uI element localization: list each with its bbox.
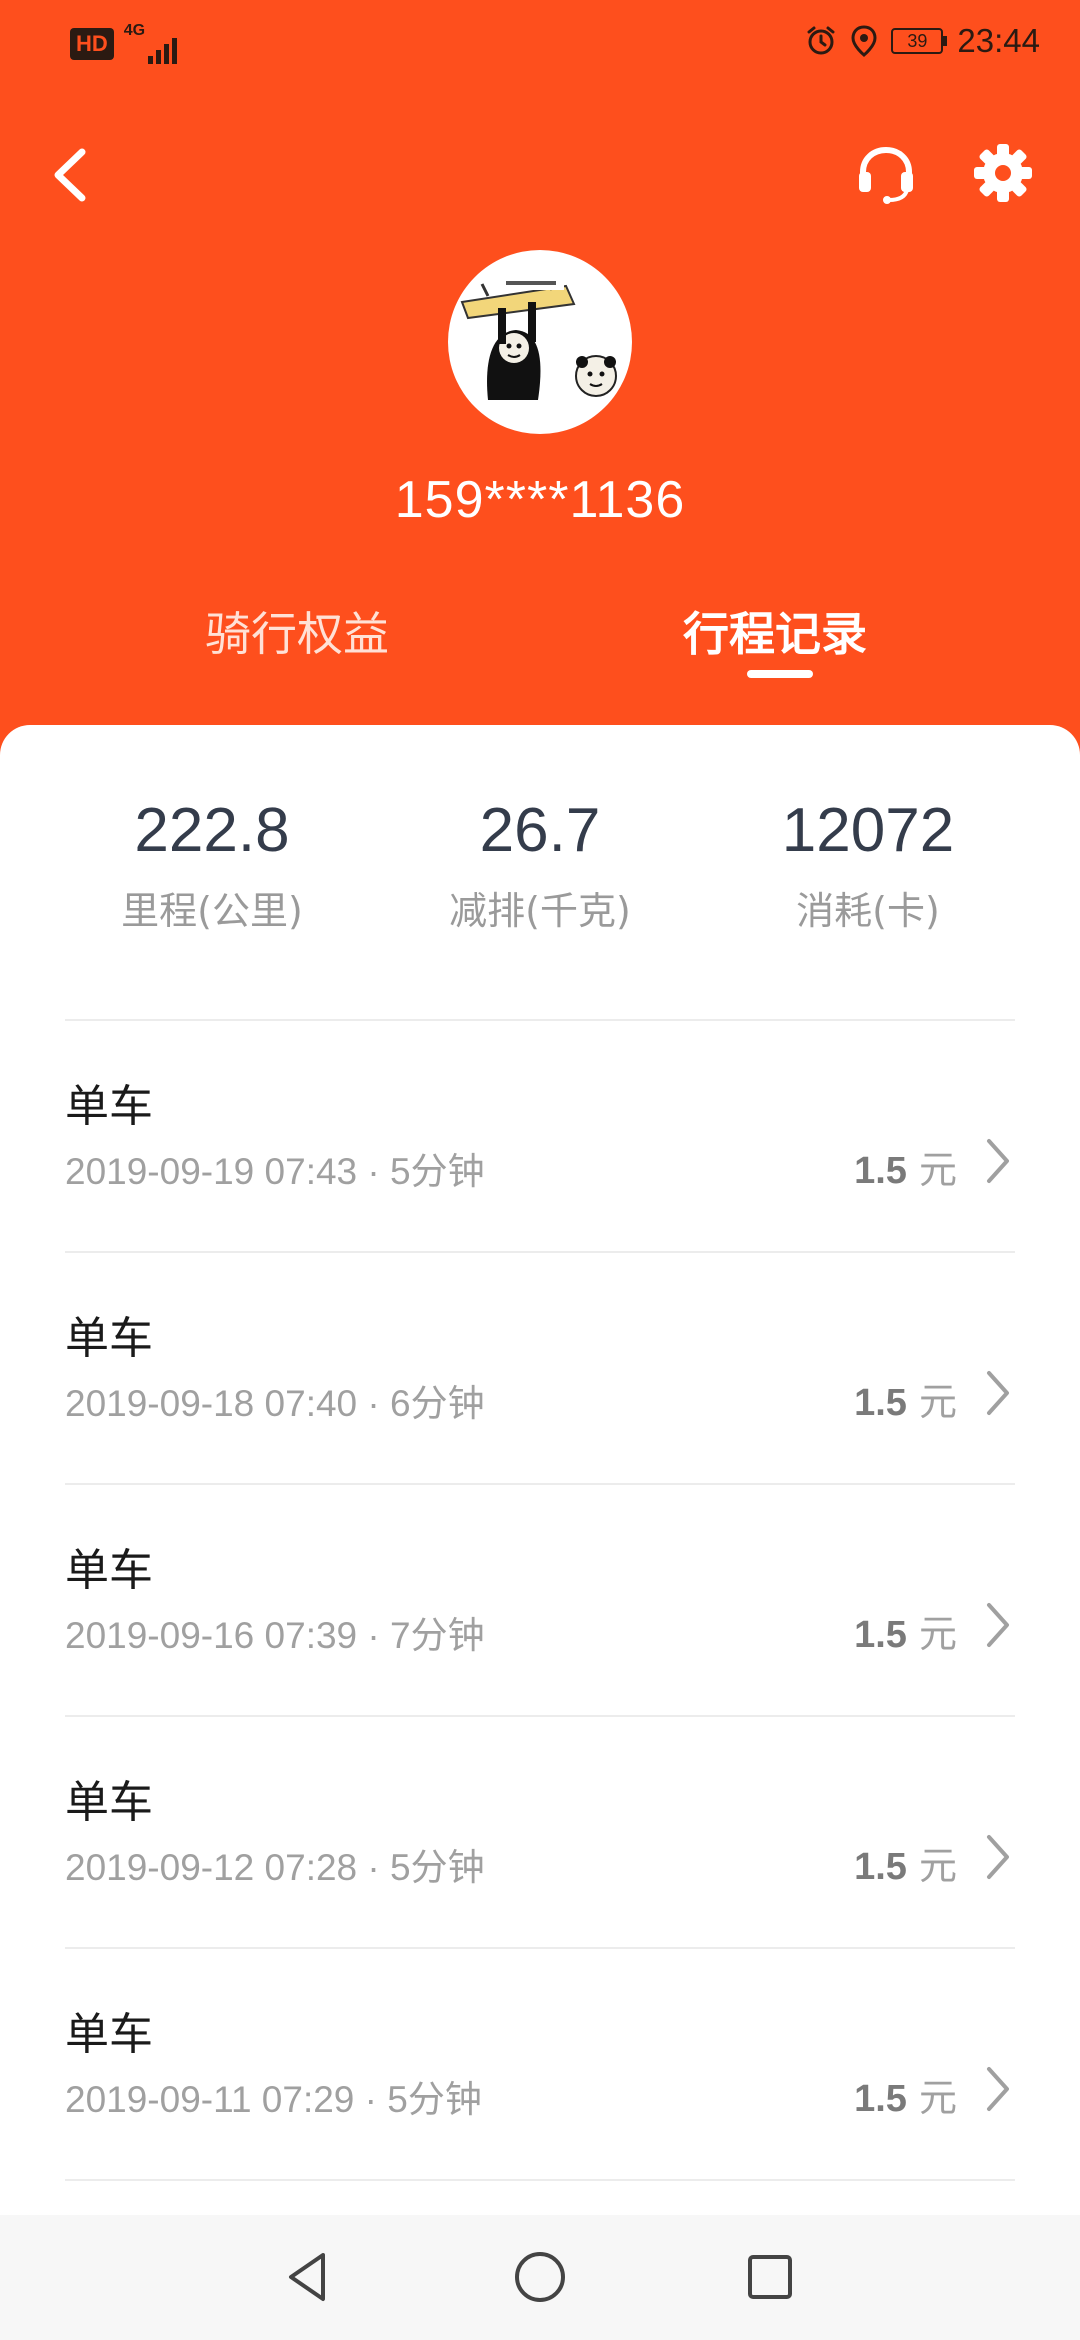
trip-row[interactable]: 单车 2019-09-11 07:29 · 5分钟 1.5 元 xyxy=(65,1949,1015,2179)
user-phone: 159****1136 xyxy=(394,471,686,529)
trip-datetime-duration: 2019-09-11 07:29 · 5分钟 xyxy=(65,2079,482,2120)
tab-riding-benefits[interactable]: 骑行权益 xyxy=(205,598,389,664)
trip-price-unit: 元 xyxy=(906,2076,957,2120)
trip-price: 1.5 元 xyxy=(854,1835,957,1890)
divider xyxy=(65,2179,1015,2181)
chevron-right-icon xyxy=(987,1835,1009,1879)
trip-price: 1.5 元 xyxy=(854,1603,957,1658)
signal-icon: 4G xyxy=(123,22,180,64)
status-bar: HD 4G 39 23:44 xyxy=(0,0,1080,90)
settings-button[interactable] xyxy=(972,142,1034,204)
trip-price-unit: 元 xyxy=(906,1844,957,1888)
status-time: 23:44 xyxy=(957,22,1040,59)
stat-value: 12072 xyxy=(781,796,955,865)
trip-datetime-duration: 2019-09-12 07:28 · 5分钟 xyxy=(65,1847,485,1888)
system-navigation-bar xyxy=(0,2215,1080,2340)
trip-type: 单车 xyxy=(65,1545,153,1596)
active-tab-indicator xyxy=(747,670,813,678)
trip-type: 单车 xyxy=(65,1313,153,1364)
nav-home-icon[interactable] xyxy=(508,2245,572,2309)
status-right: 39 23:44 xyxy=(805,22,1040,60)
trip-price-value: 1.5 xyxy=(854,1846,907,1888)
trip-price: 1.5 元 xyxy=(854,2067,957,2122)
nav-recents-icon[interactable] xyxy=(738,2245,802,2309)
trip-price: 1.5 元 xyxy=(854,1139,957,1194)
network-type: 4G xyxy=(123,22,146,39)
trip-price-value: 1.5 xyxy=(854,1382,907,1424)
trip-row[interactable]: 单车 2019-09-12 07:28 · 5分钟 1.5 元 xyxy=(65,1717,1015,1947)
alarm-icon xyxy=(807,26,835,55)
stat-distance: 222.8 里程(公里) xyxy=(42,795,382,935)
customer-service-button[interactable] xyxy=(855,142,917,204)
chevron-right-icon xyxy=(987,1139,1009,1183)
back-icon xyxy=(54,148,86,202)
avatar[interactable] xyxy=(448,250,632,434)
chevron-right-icon xyxy=(987,2067,1009,2111)
battery-icon: 39 xyxy=(891,28,948,54)
stat-emission-reduction: 26.7 减排(千克) xyxy=(370,795,710,935)
trip-type: 单车 xyxy=(65,1777,153,1828)
trip-datetime-duration: 2019-09-19 07:43 · 5分钟 xyxy=(65,1151,485,1192)
trip-price-value: 1.5 xyxy=(854,2078,907,2120)
profile-header: HD 4G 39 23:44 159****1136 骑行权益 行程记录 xyxy=(0,0,1080,760)
trip-row[interactable]: 单车 2019-09-16 07:39 · 7分钟 1.5 元 xyxy=(65,1485,1015,1715)
back-button[interactable] xyxy=(40,140,100,210)
status-left: HD 4G xyxy=(70,22,180,64)
trip-price: 1.5 元 xyxy=(854,1371,957,1426)
trip-datetime-duration: 2019-09-16 07:39 · 7分钟 xyxy=(65,1615,485,1656)
trip-records-panel: 222.8 里程(公里) 26.7 减排(千克) 12072 消耗(卡) 单车 … xyxy=(0,725,1080,2215)
trip-row[interactable]: 单车 2019-09-18 07:40 · 6分钟 1.5 元 xyxy=(65,1253,1015,1483)
trip-price-unit: 元 xyxy=(906,1380,957,1424)
gear-icon xyxy=(974,144,1032,202)
trip-price-unit: 元 xyxy=(906,1612,957,1656)
stat-label: 减排(千克) xyxy=(449,889,631,933)
nav-back-icon[interactable] xyxy=(277,2245,341,2309)
trip-price-unit: 元 xyxy=(906,1148,957,1192)
headset-icon xyxy=(859,146,913,204)
stat-value: 26.7 xyxy=(479,796,601,865)
location-icon xyxy=(851,25,877,57)
avatar-image xyxy=(460,276,617,400)
stat-label: 消耗(卡) xyxy=(796,889,940,933)
trip-type: 单车 xyxy=(65,2009,153,2060)
trip-price-value: 1.5 xyxy=(854,1614,907,1656)
chevron-right-icon xyxy=(987,1371,1009,1415)
stat-calories: 12072 消耗(卡) xyxy=(698,795,1038,935)
trip-type: 单车 xyxy=(65,1081,153,1132)
stat-label: 里程(公里) xyxy=(121,889,303,933)
trip-row[interactable]: 单车 2019-09-19 07:43 · 5分钟 1.5 元 xyxy=(65,1021,1015,1251)
tab-trip-records[interactable]: 行程记录 xyxy=(683,598,867,664)
chevron-right-icon xyxy=(987,1603,1009,1647)
hd-badge: HD xyxy=(70,28,114,60)
trip-datetime-duration: 2019-09-18 07:40 · 6分钟 xyxy=(65,1383,485,1424)
trip-price-value: 1.5 xyxy=(854,1150,907,1192)
stat-value: 222.8 xyxy=(134,796,290,865)
